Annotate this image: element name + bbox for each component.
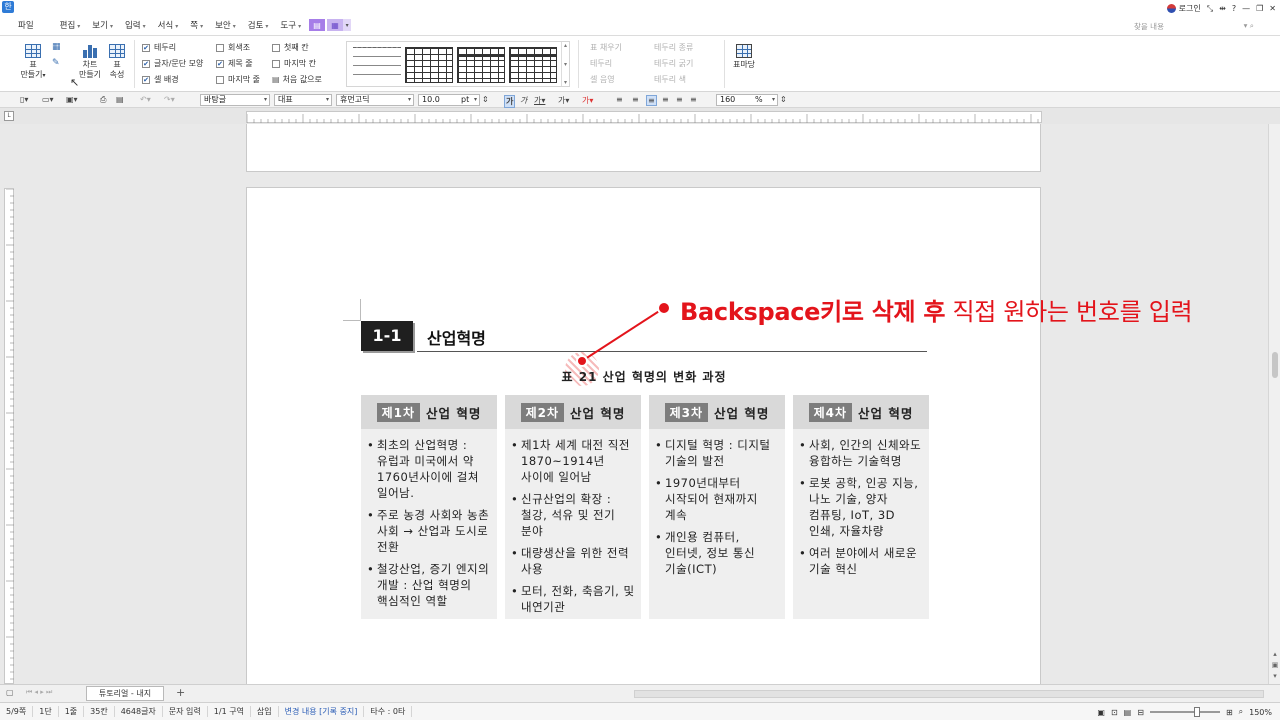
zoom-controls: ▣ ⊡ ▤ ⊟ ⊞ ⌕ 150%	[1097, 707, 1272, 717]
zoom-level[interactable]: 150%	[1249, 708, 1272, 717]
horizontal-scrollbar[interactable]	[634, 690, 1264, 698]
doc-tab[interactable]: 튜토리얼 - 내지	[86, 686, 164, 701]
page-nav-buttons[interactable]: ▴ ▣ ▾	[1270, 649, 1280, 682]
annotation-dot-start	[657, 301, 671, 315]
annotation-line	[581, 307, 665, 362]
vertical-scrollbar[interactable]: ▴ ▣ ▾	[1268, 124, 1280, 684]
status-count: 4648글자	[115, 706, 163, 717]
status-section: 1/1 구역	[208, 706, 251, 717]
status-typing: 타수 : 0타	[364, 706, 413, 717]
zoom-out-icon[interactable]: ⊟	[1137, 708, 1144, 717]
hwp-window: 한 파일 편집 ▾ 보기 ▾ 입력 ▾ 서식 ▾ 쪽 ▾ 보안 ▾ 검토 ▾ 도구 ▾ ▤ ▦ …	[0, 0, 1280, 720]
annotation-text: Backspace키로 삭제 후 직접 원하는 번호를 입력	[680, 298, 1193, 326]
status-mode[interactable]: 문자 입력	[163, 706, 208, 717]
annotation-overlay	[576, 301, 671, 367]
add-tab-button[interactable]: +	[176, 686, 185, 699]
zoom-in-icon[interactable]: ⊞	[1226, 708, 1233, 717]
annotation-dot-end	[576, 355, 588, 367]
magnifier-icon[interactable]: ⌕	[1239, 707, 1243, 717]
status-bar: 5/9쪽 1단 1줄 35칸 4648글자 문자 입력 1/1 구역 삽입 변경…	[0, 702, 1280, 720]
status-char: 35칸	[84, 706, 115, 717]
status-line: 1줄	[59, 706, 85, 717]
tab-nav-icon[interactable]: ⏮ ◂ ▸ ⏭	[26, 688, 52, 697]
view-normal-icon[interactable]: ▣	[1097, 708, 1105, 717]
view-web-icon[interactable]: ⊡	[1111, 708, 1118, 717]
zoom-slider[interactable]	[1149, 707, 1220, 717]
status-track-changes[interactable]: 변경 내용 [기록 중지]	[279, 706, 365, 717]
status-page[interactable]: 5/9쪽	[0, 706, 34, 717]
view-page-icon[interactable]: ▤	[1124, 708, 1132, 717]
scrollbar-thumb[interactable]	[1272, 352, 1278, 378]
tab-list-icon[interactable]: ▢	[6, 688, 14, 697]
status-column: 1단	[33, 706, 59, 717]
status-insert[interactable]: 삽입	[251, 706, 279, 717]
document-tab-bar: ▢ ⏮ ◂ ▸ ⏭ 튜토리얼 - 내지 +	[0, 684, 1280, 702]
